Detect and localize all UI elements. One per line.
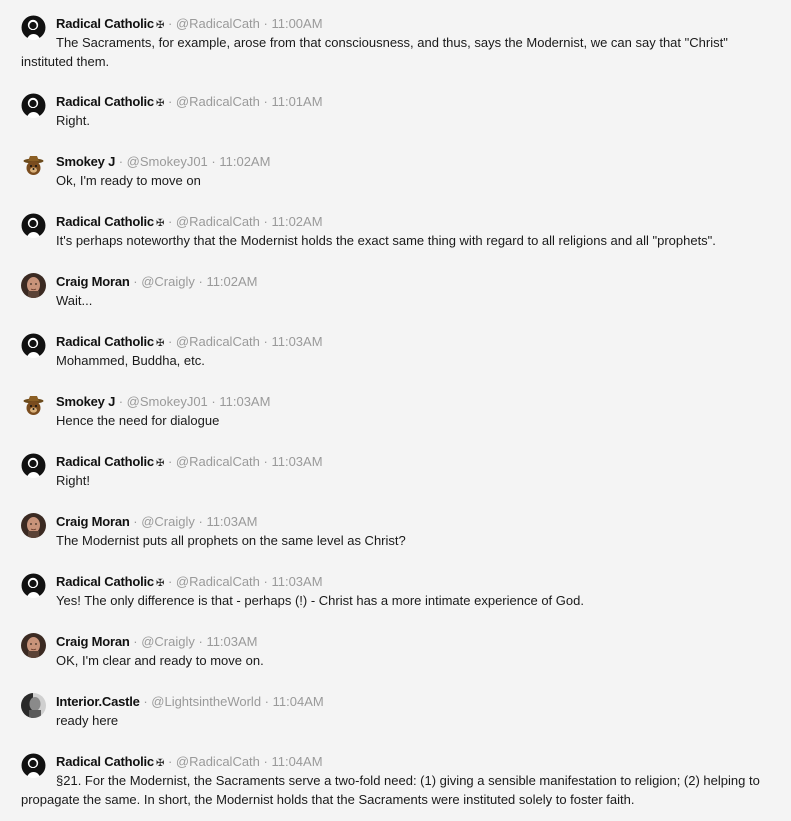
message-time: 11:04AM bbox=[272, 694, 324, 709]
author-handle[interactable]: @SmokeyJ01 bbox=[127, 394, 208, 409]
chat-message: Smokey J · @SmokeyJ01 · 11:03AM Hence th… bbox=[21, 393, 785, 430]
message-text: Ok, I'm ready to move on bbox=[56, 173, 201, 188]
message-header: Radical Catholic ✠ · @RadicalCath · 11:02… bbox=[56, 214, 323, 229]
black-silhouette-avatar[interactable] bbox=[21, 213, 46, 238]
message-header: Radical Catholic ✠ · @RadicalCath · 11:00… bbox=[56, 16, 323, 31]
chat-message: Radical Catholic ✠ · @RadicalCath · 11:00… bbox=[21, 15, 785, 71]
author-handle[interactable]: @RadicalCath bbox=[176, 214, 260, 229]
message-header: Radical Catholic ✠ · @RadicalCath · 11:03… bbox=[56, 574, 323, 589]
man-photo-avatar[interactable] bbox=[21, 273, 46, 298]
message-header: Radical Catholic ✠ · @RadicalCath · 11:04… bbox=[56, 754, 323, 769]
author-handle[interactable]: @RadicalCath bbox=[176, 454, 260, 469]
message-header: Craig Moran · @Craigly · 11:02AM bbox=[56, 274, 258, 289]
author-handle[interactable]: @Craigly bbox=[141, 274, 195, 289]
black-silhouette-avatar[interactable] bbox=[21, 573, 46, 598]
chat-message: Radical Catholic ✠ · @RadicalCath · 11:01… bbox=[21, 93, 785, 130]
chat-message: Craig Moran · @Craigly · 11:03AM OK, I'm… bbox=[21, 633, 785, 670]
message-header: Radical Catholic ✠ · @RadicalCath · 11:01… bbox=[56, 94, 323, 109]
author-handle[interactable]: @SmokeyJ01 bbox=[127, 154, 208, 169]
message-text: Yes! The only difference is that - perha… bbox=[56, 593, 584, 608]
author-name[interactable]: Radical Catholic bbox=[56, 214, 154, 229]
chat-message: Radical Catholic ✠ · @RadicalCath · 11:03… bbox=[21, 453, 785, 490]
message-time: 11:02AM bbox=[219, 154, 271, 169]
message-time: 11:03AM bbox=[206, 514, 258, 529]
chat-message: Craig Moran · @Craigly · 11:03AM The Mod… bbox=[21, 513, 785, 550]
black-silhouette-avatar[interactable] bbox=[21, 15, 46, 40]
chat-feed: Radical Catholic ✠ · @RadicalCath · 11:00… bbox=[0, 0, 791, 821]
author-name[interactable]: Smokey J bbox=[56, 394, 115, 409]
message-header: Smokey J · @SmokeyJ01 · 11:03AM bbox=[56, 394, 271, 409]
author-handle[interactable]: @RadicalCath bbox=[176, 94, 260, 109]
message-time: 11:03AM bbox=[271, 574, 323, 589]
author-handle[interactable]: @RadicalCath bbox=[176, 754, 260, 769]
chat-message: Radical Catholic ✠ · @RadicalCath · 11:04… bbox=[21, 753, 785, 809]
message-time: 11:02AM bbox=[271, 214, 323, 229]
black-silhouette-avatar[interactable] bbox=[21, 93, 46, 118]
bear-ranger-avatar[interactable] bbox=[21, 393, 46, 418]
author-name[interactable]: Radical Catholic bbox=[56, 334, 154, 349]
message-header: Smokey J · @SmokeyJ01 · 11:02AM bbox=[56, 154, 271, 169]
man-photo-avatar[interactable] bbox=[21, 513, 46, 538]
author-handle[interactable]: @RadicalCath bbox=[176, 16, 260, 31]
gray-portrait-avatar[interactable] bbox=[21, 693, 46, 718]
author-name[interactable]: Craig Moran bbox=[56, 514, 130, 529]
message-time: 11:00AM bbox=[271, 16, 323, 31]
chat-message: Radical Catholic ✠ · @RadicalCath · 11:03… bbox=[21, 333, 785, 370]
message-header: Radical Catholic ✠ · @RadicalCath · 11:03… bbox=[56, 454, 323, 469]
message-time: 11:03AM bbox=[219, 394, 271, 409]
author-name[interactable]: Craig Moran bbox=[56, 634, 130, 649]
message-time: 11:02AM bbox=[206, 274, 258, 289]
author-handle[interactable]: @Craigly bbox=[141, 514, 195, 529]
chat-message: Craig Moran · @Craigly · 11:02AM Wait... bbox=[21, 273, 785, 310]
author-handle[interactable]: @RadicalCath bbox=[176, 574, 260, 589]
chat-message: Smokey J · @SmokeyJ01 · 11:02AM Ok, I'm … bbox=[21, 153, 785, 190]
message-text: §21. For the Modernist, the Sacraments s… bbox=[21, 773, 760, 807]
chat-message: Interior.Castle · @LightsintheWorld · 11… bbox=[21, 693, 785, 730]
message-time: 11:03AM bbox=[271, 334, 323, 349]
message-text: Wait... bbox=[56, 293, 93, 308]
message-text: The Sacraments, for example, arose from … bbox=[21, 35, 728, 69]
message-header: Radical Catholic ✠ · @RadicalCath · 11:03… bbox=[56, 334, 323, 349]
author-name[interactable]: Radical Catholic bbox=[56, 94, 154, 109]
message-header: Craig Moran · @Craigly · 11:03AM bbox=[56, 514, 258, 529]
author-handle[interactable]: @LightsintheWorld bbox=[151, 694, 261, 709]
message-text: Mohammed, Buddha, etc. bbox=[56, 353, 205, 368]
author-name[interactable]: Radical Catholic bbox=[56, 754, 154, 769]
author-name[interactable]: Radical Catholic bbox=[56, 16, 154, 31]
message-header: Interior.Castle · @LightsintheWorld · 11… bbox=[56, 694, 324, 709]
message-text: Right. bbox=[56, 113, 90, 128]
author-name[interactable]: Radical Catholic bbox=[56, 574, 154, 589]
message-text: ready here bbox=[56, 713, 119, 728]
message-text: The Modernist puts all prophets on the s… bbox=[56, 533, 406, 548]
message-time: 11:03AM bbox=[271, 454, 323, 469]
author-handle[interactable]: @RadicalCath bbox=[176, 334, 260, 349]
message-time: 11:03AM bbox=[206, 634, 258, 649]
author-name[interactable]: Smokey J bbox=[56, 154, 115, 169]
bear-ranger-avatar[interactable] bbox=[21, 153, 46, 178]
author-name[interactable]: Craig Moran bbox=[56, 274, 130, 289]
message-text: OK, I'm clear and ready to move on. bbox=[56, 653, 264, 668]
chat-message: Radical Catholic ✠ · @RadicalCath · 11:03… bbox=[21, 573, 785, 610]
message-text: Hence the need for dialogue bbox=[56, 413, 220, 428]
man-photo-avatar[interactable] bbox=[21, 633, 46, 658]
author-handle[interactable]: @Craigly bbox=[141, 634, 195, 649]
black-silhouette-avatar[interactable] bbox=[21, 333, 46, 358]
message-header: Craig Moran · @Craigly · 11:03AM bbox=[56, 634, 258, 649]
author-name[interactable]: Interior.Castle bbox=[56, 694, 140, 709]
chat-message: Radical Catholic ✠ · @RadicalCath · 11:02… bbox=[21, 213, 785, 250]
black-silhouette-avatar[interactable] bbox=[21, 753, 46, 778]
author-name[interactable]: Radical Catholic bbox=[56, 454, 154, 469]
message-text: It's perhaps noteworthy that the Moderni… bbox=[56, 233, 716, 248]
black-silhouette-avatar[interactable] bbox=[21, 453, 46, 478]
message-time: 11:01AM bbox=[271, 94, 323, 109]
message-time: 11:04AM bbox=[271, 754, 323, 769]
message-text: Right! bbox=[56, 473, 90, 488]
